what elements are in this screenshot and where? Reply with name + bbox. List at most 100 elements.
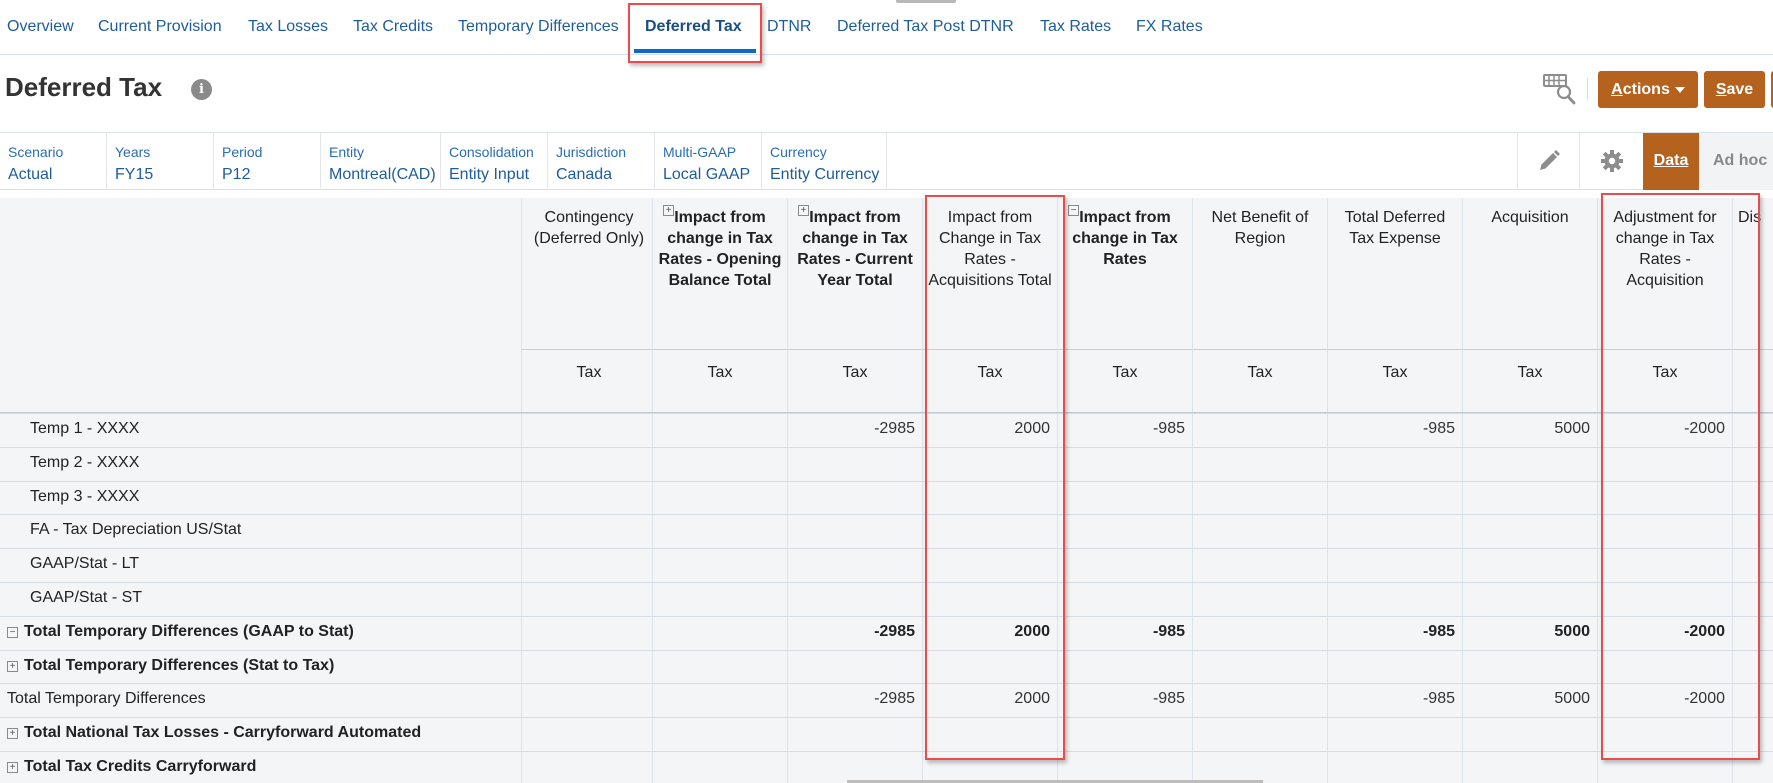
collapse-icon[interactable]: −: [7, 626, 18, 638]
data-cell[interactable]: -985: [1327, 616, 1462, 650]
column-header[interactable]: Total Deferred Tax Expense: [1327, 198, 1462, 349]
data-cell[interactable]: [922, 583, 1057, 616]
data-cell[interactable]: [1192, 583, 1327, 616]
data-cell[interactable]: -2000: [1597, 616, 1732, 650]
data-cell[interactable]: [1597, 583, 1732, 616]
tab-deferred-tax[interactable]: Deferred Tax: [645, 18, 742, 36]
data-cell[interactable]: [1192, 549, 1327, 583]
data-cell[interactable]: 2000: [922, 684, 1057, 718]
data-cell[interactable]: [1462, 583, 1597, 616]
data-cell[interactable]: [922, 447, 1057, 481]
column-header[interactable]: Adjustment for change in Tax Rates - Acq…: [1597, 198, 1732, 349]
tab-tax-losses[interactable]: Tax Losses: [248, 18, 328, 36]
data-cell[interactable]: [521, 515, 656, 549]
data-cell[interactable]: [1057, 549, 1192, 583]
data-cell[interactable]: [652, 684, 787, 718]
data-cell[interactable]: [652, 414, 787, 447]
data-cell[interactable]: [1597, 447, 1732, 481]
data-cell[interactable]: -985: [1057, 684, 1192, 718]
column-header[interactable]: − Impact from change in Tax Rates: [1057, 198, 1192, 349]
data-cell[interactable]: [922, 481, 1057, 515]
data-cell[interactable]: [1192, 447, 1327, 481]
pov-years[interactable]: Years FY15: [107, 133, 214, 190]
data-cell[interactable]: [1192, 481, 1327, 515]
data-cell[interactable]: 5000: [1462, 414, 1597, 447]
data-cell[interactable]: -985: [1327, 414, 1462, 447]
tab-tax-credits[interactable]: Tax Credits: [353, 18, 433, 36]
pov-scenario[interactable]: Scenario Actual: [0, 133, 107, 190]
data-cell[interactable]: [1732, 549, 1773, 583]
data-cell[interactable]: -2985: [787, 414, 922, 447]
data-cell[interactable]: [652, 447, 787, 481]
data-cell[interactable]: [1327, 718, 1462, 752]
data-cell[interactable]: [787, 583, 922, 616]
data-cell[interactable]: [1462, 515, 1597, 549]
data-cell[interactable]: [1732, 718, 1773, 752]
data-cell[interactable]: 2000: [922, 616, 1057, 650]
data-cell[interactable]: [521, 481, 656, 515]
data-cell[interactable]: -985: [1057, 414, 1192, 447]
data-cell[interactable]: [1597, 650, 1732, 684]
column-header[interactable]: Net Benefit of Region: [1192, 198, 1327, 349]
data-cell[interactable]: [1597, 515, 1732, 549]
top-drawer-handle[interactable]: [896, 0, 956, 3]
tab-tax-rates[interactable]: Tax Rates: [1040, 18, 1111, 36]
data-cell[interactable]: [1327, 752, 1462, 783]
actions-button[interactable]: Actions: [1598, 71, 1698, 108]
data-cell[interactable]: [652, 583, 787, 616]
data-cell[interactable]: [1732, 414, 1773, 447]
expand-icon[interactable]: +: [7, 660, 18, 672]
data-cell[interactable]: [652, 515, 787, 549]
tab-overview[interactable]: Overview: [7, 18, 74, 36]
tab-current-provision[interactable]: Current Provision: [98, 18, 222, 36]
column-header[interactable]: + Impact from change in Tax Rates - Openi…: [652, 198, 787, 349]
data-cell[interactable]: [1327, 447, 1462, 481]
collapse-icon[interactable]: −: [1068, 205, 1079, 216]
inspect-grid-search-icon[interactable]: [1543, 72, 1577, 106]
data-cell[interactable]: [1327, 583, 1462, 616]
row-header[interactable]: Temp 1 - XXXX: [0, 414, 521, 447]
data-cell[interactable]: [521, 752, 656, 783]
pov-period[interactable]: Period P12: [214, 133, 321, 190]
row-header[interactable]: Temp 3 - XXXX: [0, 482, 521, 515]
data-cell[interactable]: [922, 650, 1057, 684]
data-cell[interactable]: [787, 447, 922, 481]
data-cell[interactable]: [922, 718, 1057, 752]
data-cell[interactable]: [1462, 549, 1597, 583]
pov-entity[interactable]: Entity Montreal(CAD): [321, 133, 441, 190]
data-cell[interactable]: [787, 481, 922, 515]
row-header[interactable]: − Total Temporary Differences (GAAP to St…: [0, 617, 521, 650]
data-cell[interactable]: [787, 650, 922, 684]
data-cell[interactable]: [1192, 752, 1327, 783]
data-cell[interactable]: [1057, 447, 1192, 481]
data-cell[interactable]: [1057, 515, 1192, 549]
expand-icon[interactable]: +: [798, 205, 809, 216]
data-cell[interactable]: [1192, 515, 1327, 549]
tab-dtnr[interactable]: DTNR: [767, 18, 811, 36]
data-cell[interactable]: [652, 481, 787, 515]
data-cell[interactable]: [1732, 481, 1773, 515]
data-cell[interactable]: [652, 650, 787, 684]
data-cell[interactable]: [1057, 650, 1192, 684]
data-cell[interactable]: [521, 684, 656, 718]
data-cell[interactable]: [1732, 616, 1773, 650]
data-cell[interactable]: [787, 752, 922, 783]
edit-button[interactable]: [1517, 133, 1579, 190]
row-header[interactable]: Total Temporary Differences: [0, 684, 521, 717]
row-header[interactable]: + Total Temporary Differences (Stat to Ta…: [0, 651, 521, 684]
row-header[interactable]: GAAP/Stat - LT: [0, 549, 521, 582]
data-cell[interactable]: -2000: [1597, 684, 1732, 718]
row-header[interactable]: + Total National Tax Losses - Carryforwar…: [0, 718, 521, 751]
data-cell[interactable]: [521, 650, 656, 684]
pov-jurisdiction[interactable]: Jurisdiction Canada: [548, 133, 655, 190]
data-cell[interactable]: [922, 752, 1057, 783]
column-header[interactable]: + Impact from change in Tax Rates - Curre…: [787, 198, 922, 349]
data-view-tab[interactable]: Data: [1643, 133, 1699, 190]
data-cell[interactable]: 2000: [922, 414, 1057, 447]
data-cell[interactable]: [1462, 752, 1597, 783]
data-cell[interactable]: [1462, 481, 1597, 515]
data-cell[interactable]: -985: [1057, 616, 1192, 650]
tab-fx-rates[interactable]: FX Rates: [1136, 18, 1203, 36]
data-cell[interactable]: -2985: [787, 684, 922, 718]
data-cell[interactable]: [1192, 650, 1327, 684]
